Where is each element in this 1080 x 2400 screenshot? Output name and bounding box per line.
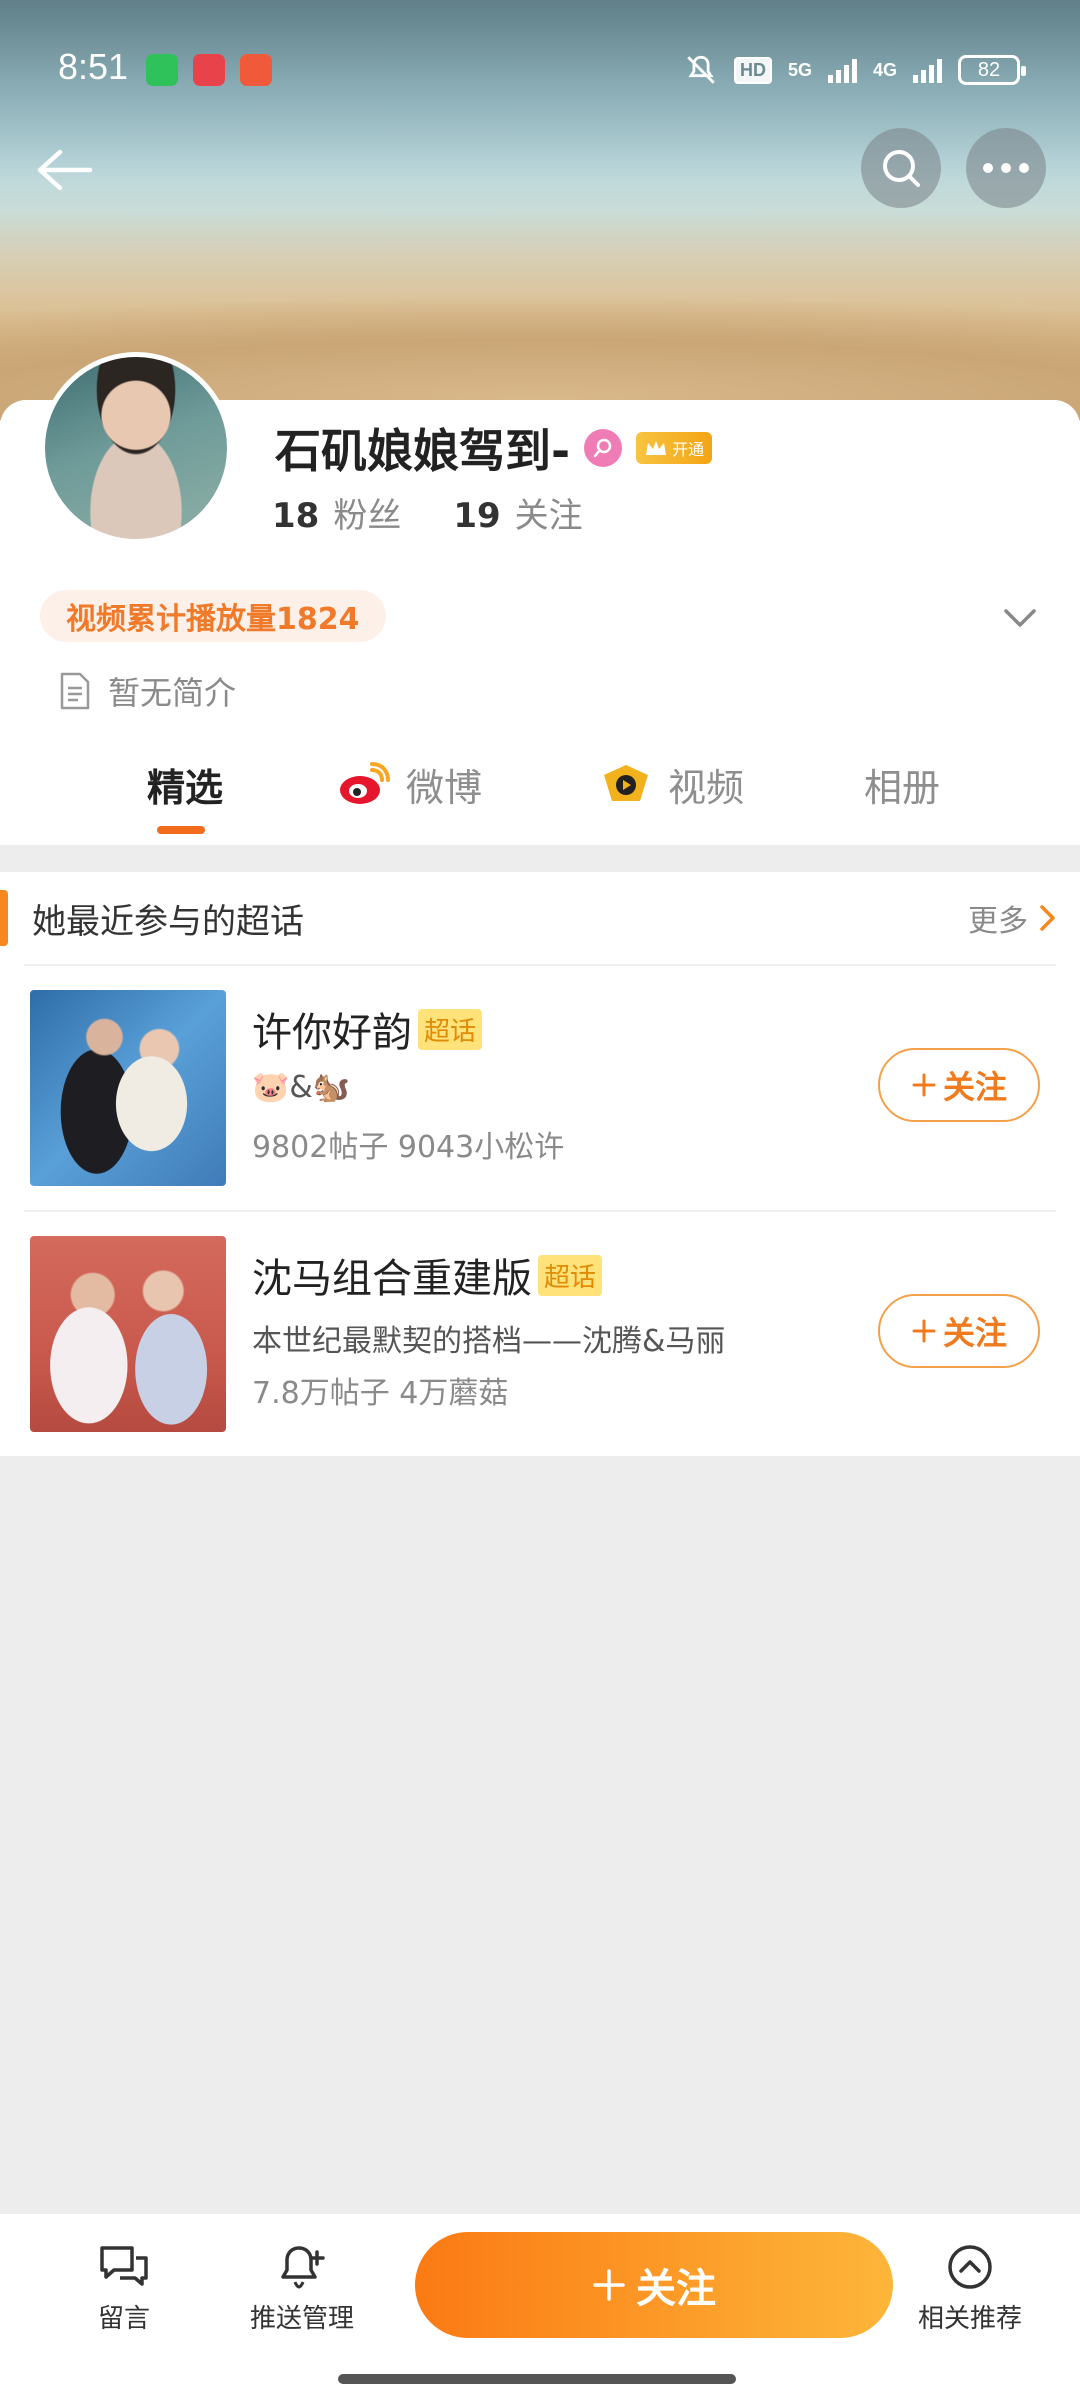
plus-icon (912, 1319, 936, 1343)
profile-name: 石矶娘娘驾到- (275, 424, 571, 478)
tab-featured[interactable]: 精选 (147, 752, 223, 816)
more-label: 更多 (968, 904, 1028, 939)
topic-2-chip: 超话 (538, 1254, 603, 1296)
verified-badge-icon[interactable] (584, 429, 623, 467)
plus-icon (593, 2269, 625, 2301)
section-accent-bar (0, 890, 8, 946)
hd-badge: HD (733, 56, 772, 84)
chevron-right-icon (1040, 905, 1055, 931)
comment-button[interactable]: 留言 (54, 2244, 194, 2335)
net2-label: 4G (872, 60, 897, 80)
tab-weibo[interactable]: 微博 (338, 752, 482, 816)
red-app-icon (193, 54, 225, 86)
topic-2-follow-label: 关注 (942, 1314, 1007, 1352)
topic-1-follow-button[interactable]: 关注 (878, 1048, 1040, 1122)
chevron-up-circle-icon (948, 2245, 992, 2289)
vip-open-label: 开通 (672, 440, 705, 459)
profile-intro: 暂无简介 (58, 668, 236, 714)
topic-1-meta: 9802帖子 9043小松许 (252, 1130, 565, 1165)
fans-label: 粉丝 (333, 496, 402, 536)
search-button[interactable] (861, 128, 941, 208)
tab-video-label: 视频 (668, 765, 745, 810)
back-arrow-icon (37, 149, 93, 191)
profile-tabs: 精选 微博 视频 相册 (0, 752, 1080, 844)
topic-2-meta: 7.8万帖子 4万蘑菇 (252, 1376, 509, 1411)
following-label: 关注 (514, 496, 583, 536)
push-settings-button[interactable]: 推送管理 (232, 2244, 372, 2335)
profile-name-row: 石矶娘娘驾到- 开通 (275, 415, 713, 481)
push-settings-label: 推送管理 (249, 2304, 354, 2334)
active-tab-indicator (157, 826, 205, 834)
topic-1-follow-label: 关注 (942, 1068, 1007, 1106)
fans-count: 18 (272, 496, 320, 536)
related-recommend-button[interactable]: 相关推荐 (900, 2244, 1040, 2335)
weibo-icon (340, 762, 390, 804)
tab-weibo-label: 微博 (406, 765, 483, 810)
document-icon (60, 672, 90, 710)
video-plays-pill[interactable]: 视频累计播放量1824 (40, 590, 386, 642)
follow-label: 关注 (636, 2266, 716, 2312)
comment-icon (100, 2246, 148, 2286)
super-topics-section: 她最近参与的超话 更多 许你好韵 超话 🐷&🐿️ 9802帖子 9043小松许 … (0, 872, 1080, 1456)
crown-icon (646, 441, 667, 455)
topic-1-desc: 🐷&🐿️ (252, 1070, 351, 1105)
intro-text: 暂无简介 (108, 674, 237, 712)
more-dots-icon (983, 163, 1029, 173)
topic-2-title-row: 沈马组合重建版 超话 (252, 1246, 603, 1304)
list-item-topic-1[interactable]: 许你好韵 超话 🐷&🐿️ 9802帖子 9043小松许 关注 (0, 964, 1080, 1210)
related-recommend-label: 相关推荐 (917, 2304, 1022, 2334)
section-header: 她最近参与的超话 更多 (0, 872, 1080, 964)
following-stat[interactable]: 19 关注 (453, 488, 582, 537)
follow-button[interactable]: 关注 (415, 2232, 893, 2338)
more-options-button[interactable] (966, 128, 1046, 208)
tab-album-label: 相册 (864, 765, 941, 810)
topic-1-name: 许你好韵 (252, 1010, 412, 1056)
expand-profile-button[interactable] (1000, 598, 1040, 638)
plus-icon (912, 1073, 936, 1097)
more-link[interactable]: 更多 (968, 896, 1058, 940)
mute-bell-icon (687, 55, 715, 84)
orange-app-icon (240, 54, 272, 86)
topic-1-chip: 超话 (418, 1008, 483, 1050)
bottom-action-bar: 留言 推送管理 关注 相关推荐 (0, 2214, 1080, 2400)
topic-2-name: 沈马组合重建版 (252, 1256, 532, 1302)
bell-plus-icon (281, 2246, 325, 2289)
fans-stat[interactable]: 18 粉丝 (272, 488, 401, 537)
avatar[interactable] (40, 352, 232, 544)
topic-2-thumbnail (30, 1236, 226, 1432)
section-title: 她最近参与的超话 (32, 902, 304, 942)
battery-icon: 82 (958, 55, 1026, 85)
wechat-icon (146, 54, 178, 86)
signal2-icon (913, 57, 942, 83)
topic-1-thumbnail (30, 990, 226, 1186)
profile-stats: 18 粉丝 19 关注 (272, 488, 583, 537)
tab-featured-label: 精选 (147, 765, 224, 810)
list-item-topic-2[interactable]: 沈马组合重建版 超话 本世纪最默契的搭档——沈腾&马丽 7.8万帖子 4万蘑菇 … (0, 1210, 1080, 1456)
topic-2-follow-button[interactable]: 关注 (878, 1294, 1040, 1368)
topic-1-title-row: 许你好韵 超话 (252, 1000, 483, 1058)
tab-album[interactable]: 相册 (864, 752, 940, 816)
video-icon (604, 765, 648, 801)
back-button[interactable] (30, 135, 100, 205)
signal1-icon (827, 57, 857, 83)
chevron-down-icon (1004, 609, 1036, 627)
topic-2-desc: 本世纪最默契的搭档——沈腾&马丽 (252, 1324, 726, 1359)
status-bar: 8:51 HD 5G 4G 82 (0, 0, 1080, 140)
tab-video[interactable]: 视频 (600, 752, 744, 816)
home-indicator[interactable] (338, 2374, 736, 2384)
net1-label: 5G (787, 60, 812, 80)
following-count: 19 (453, 496, 501, 536)
comment-label: 留言 (97, 2304, 150, 2334)
vip-open-badge[interactable]: 开通 (636, 432, 713, 464)
status-time: 8:51 (58, 46, 129, 87)
search-icon (883, 150, 920, 187)
